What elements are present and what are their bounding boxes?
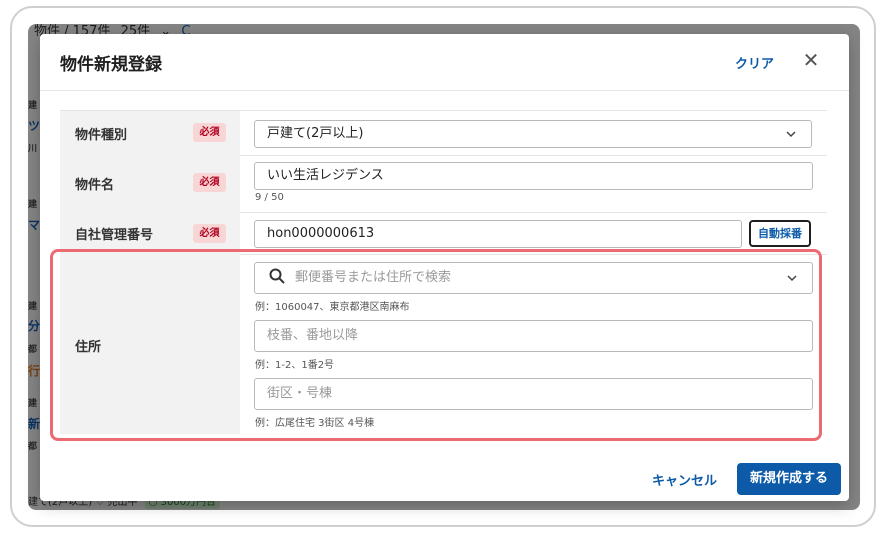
name-char-counter: 9 / 50 (255, 192, 284, 203)
auto-number-button[interactable]: 自動採番 (749, 220, 811, 247)
name-input[interactable]: いい生活レジデンス (254, 162, 813, 190)
required-badge: 必須 (193, 224, 226, 243)
close-icon[interactable]: ✕ (800, 49, 822, 71)
type-select-value: 戸建て(2戸以上) (267, 126, 364, 141)
management-number-input[interactable]: hon0000000613 (254, 220, 742, 248)
number-label: 自社管理番号 (75, 228, 154, 243)
type-label: 物件種別 (75, 128, 128, 143)
modal-title: 物件新規登録 (60, 55, 162, 75)
field-row-type: 物件種別 必須 戸建て(2戸以上) (60, 110, 827, 156)
label-cell: 自社管理番号 必須 (60, 212, 240, 254)
address-highlight-box (50, 249, 822, 441)
required-badge: 必須 (193, 123, 226, 142)
label-cell: 物件種別 必須 (60, 111, 240, 155)
modal-header: 物件新規登録 クリア ✕ (40, 34, 849, 91)
create-button[interactable]: 新規作成する (737, 463, 841, 495)
cancel-button[interactable]: キャンセル (652, 470, 717, 489)
required-badge: 必須 (193, 173, 226, 192)
clear-button[interactable]: クリア (735, 53, 774, 72)
field-row-name: 物件名 必須 いい生活レジデンス 9 / 50 (60, 154, 827, 213)
type-select[interactable]: 戸建て(2戸以上) (254, 120, 812, 148)
chevron-down-icon (785, 121, 797, 147)
label-cell: 物件名 必須 (60, 154, 240, 212)
name-label: 物件名 (75, 178, 115, 193)
